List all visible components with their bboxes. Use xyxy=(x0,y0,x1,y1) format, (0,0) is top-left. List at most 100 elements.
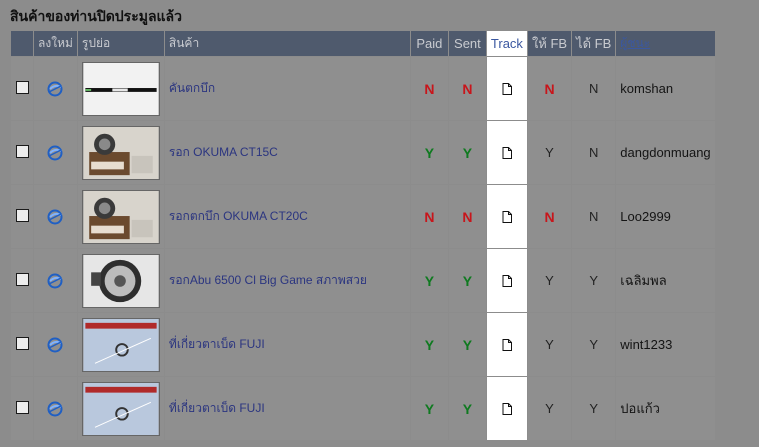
row-select-cell xyxy=(11,313,33,376)
table-row: รอกตกบึก OKUMA CT20C N N N N Loo2999 xyxy=(11,185,715,248)
give-feedback-cell: Y xyxy=(527,249,572,312)
paid-cell: Y xyxy=(410,121,448,184)
table-header-row: ลงใหม่ รูปย่อ สินค้า Paid Sent Track ให้… xyxy=(11,31,715,56)
product-cell: คันตกบึก xyxy=(164,57,410,120)
paid-status[interactable]: Y xyxy=(425,273,434,289)
got-feedback-cell: N xyxy=(572,57,616,120)
header-give-feedback: ให้ FB xyxy=(527,31,572,56)
product-link[interactable]: รอกAbu 6500 Cl Big Game สภาพสวย xyxy=(169,273,367,287)
document-icon[interactable] xyxy=(502,83,512,95)
sent-status[interactable]: Y xyxy=(463,273,472,289)
winner-cell: wint1233 xyxy=(616,313,715,376)
sent-cell: Y xyxy=(448,377,486,440)
winner-name: ปอแก้ว xyxy=(620,401,660,416)
give-feedback-status[interactable]: Y xyxy=(545,401,554,416)
sent-status[interactable]: Y xyxy=(463,145,472,161)
product-cell: รอกAbu 6500 Cl Big Game สภาพสวย xyxy=(164,249,410,312)
sent-status[interactable]: N xyxy=(462,209,472,225)
got-feedback-status: N xyxy=(588,145,599,160)
fishing-rod-photo-icon xyxy=(81,61,160,116)
product-cell: ที่เกี่ยวตาเบ็ด FUJI xyxy=(164,377,410,440)
give-feedback-cell: Y xyxy=(527,313,572,376)
repost-icon[interactable] xyxy=(47,337,63,353)
give-feedback-status[interactable]: Y xyxy=(545,273,554,288)
track-cell xyxy=(486,57,527,120)
paid-status[interactable]: Y xyxy=(425,401,434,417)
repost-icon[interactable] xyxy=(47,209,63,225)
thumbnail-cell xyxy=(77,57,164,120)
sent-cell: Y xyxy=(448,121,486,184)
row-select-checkbox[interactable] xyxy=(15,208,29,222)
got-feedback-cell: Y xyxy=(572,249,616,312)
winner-name: dangdonmuang xyxy=(620,145,711,160)
product-link[interactable]: ที่เกี่ยวตาเบ็ด FUJI xyxy=(169,337,265,351)
got-feedback-status: N xyxy=(588,209,599,224)
row-select-cell xyxy=(11,249,33,312)
repost-cell xyxy=(34,57,77,120)
row-select-checkbox[interactable] xyxy=(15,272,29,286)
closed-auctions-table: ลงใหม่ รูปย่อ สินค้า Paid Sent Track ให้… xyxy=(10,30,716,441)
repost-icon[interactable] xyxy=(47,145,63,161)
row-select-cell xyxy=(11,121,33,184)
paid-status[interactable]: N xyxy=(424,81,434,97)
winner-name: wint1233 xyxy=(620,337,673,352)
sent-cell: Y xyxy=(448,249,486,312)
give-feedback-status[interactable]: Y xyxy=(545,337,554,352)
paid-status[interactable]: N xyxy=(424,209,434,225)
got-feedback-cell: N xyxy=(572,185,616,248)
sent-status[interactable]: Y xyxy=(463,337,472,353)
table-row: คันตกบึก N N N N komshan xyxy=(11,57,715,120)
paid-status[interactable]: Y xyxy=(425,145,434,161)
product-cell: ที่เกี่ยวตาเบ็ด FUJI xyxy=(164,313,410,376)
got-feedback-cell: Y xyxy=(572,377,616,440)
sent-cell: Y xyxy=(448,313,486,376)
paid-status[interactable]: Y xyxy=(425,337,434,353)
give-feedback-status[interactable]: Y xyxy=(545,145,554,160)
paid-cell: N xyxy=(410,57,448,120)
sent-status[interactable]: N xyxy=(462,81,472,97)
track-cell xyxy=(486,377,527,440)
product-link[interactable]: รอกตกบึก OKUMA CT20C xyxy=(169,209,308,223)
header-select xyxy=(11,31,33,56)
track-cell xyxy=(486,185,527,248)
give-feedback-status[interactable]: N xyxy=(544,81,554,97)
table-row: รอก OKUMA CT15C Y Y Y N dangdonmuang xyxy=(11,121,715,184)
sent-status[interactable]: Y xyxy=(463,401,472,417)
document-icon[interactable] xyxy=(502,275,512,287)
product-link[interactable]: รอก OKUMA CT15C xyxy=(169,145,278,159)
header-product: สินค้า xyxy=(164,31,410,56)
winner-cell: Loo2999 xyxy=(616,185,715,248)
got-feedback-status: N xyxy=(588,81,599,96)
header-image: รูปย่อ xyxy=(77,31,164,56)
thumbnail-cell xyxy=(77,121,164,184)
row-select-checkbox[interactable] xyxy=(15,80,29,94)
product-cell: รอก OKUMA CT15C xyxy=(164,121,410,184)
row-select-checkbox[interactable] xyxy=(15,400,29,414)
reel-box-photo-icon xyxy=(81,189,160,244)
repost-icon[interactable] xyxy=(47,401,63,417)
got-feedback-status: Y xyxy=(589,401,599,416)
product-link[interactable]: ที่เกี่ยวตาเบ็ด FUJI xyxy=(169,401,265,415)
repost-cell xyxy=(34,377,77,440)
row-select-checkbox[interactable] xyxy=(15,336,29,350)
give-feedback-cell: Y xyxy=(527,121,572,184)
row-select-checkbox[interactable] xyxy=(15,144,29,158)
header-winner-sort-link[interactable]: ผู้ชนะ xyxy=(616,31,715,56)
table-row: ที่เกี่ยวตาเบ็ด FUJI Y Y Y Y ปอแก้ว xyxy=(11,377,715,440)
header-got-feedback: ได้ FB xyxy=(572,31,616,56)
document-icon[interactable] xyxy=(502,211,512,223)
document-icon[interactable] xyxy=(502,147,512,159)
document-icon[interactable] xyxy=(502,403,512,415)
header-paid: Paid xyxy=(410,31,448,56)
give-feedback-cell: Y xyxy=(527,377,572,440)
winner-name: เฉลิมพล xyxy=(620,273,667,288)
thumbnail-cell xyxy=(77,377,164,440)
product-link[interactable]: คันตกบึก xyxy=(169,81,215,95)
give-feedback-status[interactable]: N xyxy=(544,209,554,225)
repost-cell xyxy=(34,185,77,248)
repost-icon[interactable] xyxy=(47,273,63,289)
repost-icon[interactable] xyxy=(47,81,63,97)
winner-name: Loo2999 xyxy=(620,209,671,224)
document-icon[interactable] xyxy=(502,339,512,351)
paid-cell: Y xyxy=(410,249,448,312)
